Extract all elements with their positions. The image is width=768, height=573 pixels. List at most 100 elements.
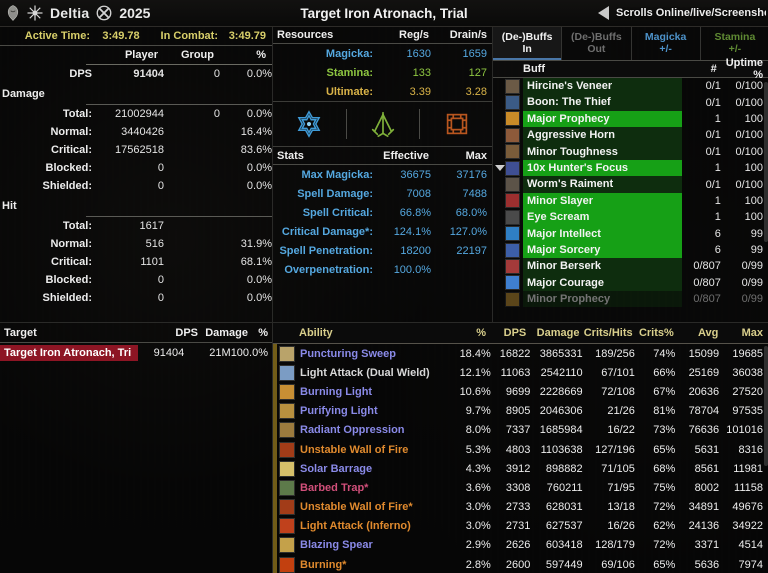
chevron-down-icon[interactable]	[495, 165, 505, 171]
ability-icon	[279, 403, 295, 420]
resources-header: Resources Reg/s Drain/s	[273, 26, 493, 44]
ability-name: Burning*	[300, 558, 347, 571]
ability-max: 34922	[732, 520, 763, 533]
buffs-list[interactable]: Hircine's Veneer 0/1 0/100 Boon: The Thief 0…	[493, 78, 768, 317]
ultimate-label: Ultimate:	[325, 85, 373, 98]
buff-row[interactable]: Aggressive Horn 0/1 0/100	[493, 127, 768, 144]
ability-crits-hits: 21/26	[607, 405, 635, 418]
ability-name: Unstable Wall of Fire*	[300, 501, 413, 514]
row-label: Shielded:	[42, 292, 92, 304]
buff-row[interactable]: Eye Scream 1 100	[493, 209, 768, 226]
buff-count: 0/1	[705, 96, 721, 109]
table-row[interactable]: Target Iron Atronach, Tri 91404 21M 100.…	[0, 343, 272, 362]
ability-icon	[279, 422, 295, 439]
ability-icon	[279, 364, 295, 381]
tab-stamina[interactable]: Stamina +/-	[700, 26, 768, 60]
buff-row[interactable]: Worm's Raiment 0/1 0/100	[493, 176, 768, 193]
resources-title: Resources	[277, 28, 334, 41]
buff-row[interactable]: Boon: The Thief 0/1 0/100	[493, 94, 768, 111]
stamina-reg: 133	[412, 66, 431, 79]
stat-max: 37176	[456, 168, 487, 181]
ability-dps: 16822	[499, 347, 531, 360]
ability-row[interactable]: Unstable Wall of Fire 5.3% 4803 1103638 127/…	[273, 439, 768, 460]
buff-name: Minor Toughness	[523, 143, 682, 160]
buff-row[interactable]: Minor Slayer 1 100	[493, 192, 768, 210]
table-row: Shielded: 0 0.0%	[0, 289, 272, 307]
buff-count: 0/1	[705, 178, 721, 191]
ability-icon	[279, 518, 295, 535]
ability-name: Unstable Wall of Fire	[300, 443, 409, 456]
tab-magicka[interactable]: Magicka +/-	[631, 26, 701, 60]
ability-row[interactable]: Barbed Trap* 3.6% 3308 760211 71/95 75% 8002 11…	[273, 478, 768, 498]
buff-row[interactable]: Major Courage 0/807 0/99	[493, 274, 768, 292]
buff-row[interactable]: 10x Hunter's Focus 1 100	[493, 159, 768, 177]
row-label: Critical:	[51, 256, 92, 268]
buff-row[interactable]: Major Prophecy 1 100	[493, 110, 768, 128]
ability-max: 36038	[732, 366, 763, 379]
ability-row[interactable]: Light Attack (Inferno) 3.0% 2731 627537 16/2…	[273, 516, 768, 537]
dps-percent-value: 0.0%	[246, 68, 272, 80]
ultimate-icon	[446, 113, 467, 135]
row-pct: 0.0%	[246, 162, 272, 174]
resource-row-ultimate: Ultimate: 3.39 3.28	[273, 82, 493, 101]
stat-row: Spell Damage: 7008 7488	[273, 184, 493, 203]
tab-label-line2: Out	[587, 43, 606, 55]
ability-name: Purifying Light	[300, 405, 378, 418]
table-row: Critical: 17562518 83.6%	[0, 141, 272, 159]
stats-header: Stats Effective Max	[273, 147, 493, 165]
row-group	[164, 177, 220, 195]
ability-list[interactable]: Puncturing Sweep 18.4% 16822 3865331 189/256…	[273, 344, 768, 573]
ability-row[interactable]: Light Attack (Dual Wield) 12.1% 11063 25421…	[273, 363, 768, 383]
resource-row-magicka: Magicka: 1630 1659	[273, 44, 493, 63]
buff-name: Major Courage	[523, 274, 682, 292]
stat-max: 7488	[462, 187, 487, 200]
ultimate-icon-cell[interactable]	[420, 102, 493, 146]
buff-count: 0/807	[693, 293, 721, 306]
buff-uptime: 0/100	[735, 129, 763, 142]
ability-damage: 1103638	[540, 443, 583, 456]
row-pct: 0.0%	[246, 180, 272, 192]
ability-pct: 9.7%	[465, 405, 491, 418]
col-player: Player	[124, 49, 158, 61]
ability-row[interactable]: Purifying Light 9.7% 8905 2046306 21/26 81% 78…	[273, 401, 768, 421]
table-row: Normal: 3440426 16.4%	[0, 123, 272, 141]
magicka-icon-cell[interactable]	[273, 102, 346, 146]
ability-crits-hits: 67/101	[601, 366, 635, 379]
ability-dps: 11063	[500, 366, 531, 379]
buff-row[interactable]: Hircine's Veneer 0/1 0/100	[493, 78, 768, 95]
ability-row[interactable]: Blazing Spear 2.9% 2626 603418 128/179 72% 337…	[273, 535, 768, 556]
buffs-scrollbar[interactable]	[764, 82, 768, 242]
ability-row[interactable]: Radiant Oppression 8.0% 7337 1685984 16/22 73…	[273, 420, 768, 441]
buff-row[interactable]: Minor Berserk 0/807 0/99	[493, 258, 768, 275]
ability-crits-pct: 65%	[653, 558, 676, 571]
buffs-tabs: (De-)Buffs In (De-)Buffs Out Magicka +/-…	[493, 26, 768, 61]
ability-row[interactable]: Unstable Wall of Fire* 3.0% 2733 628031 13/1…	[273, 497, 768, 517]
stat-max: 22197	[456, 244, 487, 257]
ability-row[interactable]: Burning* 2.8% 2600 597449 69/106 65% 5636 7974	[273, 555, 768, 573]
ability-avg: 76636	[688, 424, 720, 437]
buff-icon	[505, 160, 520, 176]
tab-debuffs-in[interactable]: (De-)Buffs In	[493, 26, 563, 60]
ability-row[interactable]: Burning Light 10.6% 9699 2228669 72/108 67% 20…	[273, 382, 768, 402]
buff-row[interactable]: Major Intellect 6 99	[493, 225, 768, 242]
ability-crits-pct: 68%	[653, 462, 676, 475]
tab-debuffs-out[interactable]: (De-)Buffs Out	[562, 26, 632, 60]
ultimate-reg: 3.39	[409, 85, 431, 98]
buff-row[interactable]: Minor Prophecy 0/807 0/99	[493, 291, 768, 308]
back-arrow-icon[interactable]	[598, 6, 609, 20]
magicka-icon	[297, 110, 321, 138]
ability-damage: 603418	[545, 539, 583, 552]
stamina-icon-cell[interactable]	[347, 102, 420, 146]
stat-effective: 18200	[400, 244, 431, 257]
ability-row[interactable]: Solar Barrage 4.3% 3912 898882 71/105 68% 8561…	[273, 459, 768, 479]
row-label: Blocked:	[45, 274, 92, 286]
ability-row[interactable]: Puncturing Sweep 18.4% 16822 3865331 189/256…	[273, 344, 768, 364]
ability-dps: 4803	[505, 443, 531, 456]
row-group	[164, 123, 220, 141]
buff-row[interactable]: Minor Toughness 0/1 0/100	[493, 143, 768, 160]
target-panel: Target DPS Damage % Target Iron Atronach…	[0, 322, 272, 573]
ability-pct: 4.3%	[465, 462, 491, 475]
buff-row[interactable]: Major Sorcery 6 99	[493, 241, 768, 259]
row-label: Normal:	[50, 126, 92, 138]
ability-crits-pct: 66%	[653, 366, 676, 379]
